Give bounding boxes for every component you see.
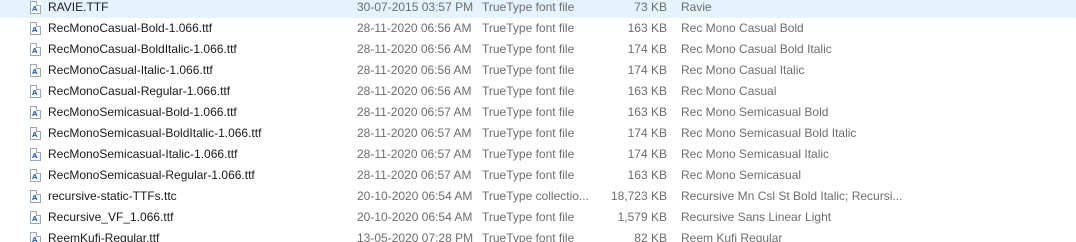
font-glyph-icon: A xyxy=(32,131,38,139)
font-file-icon: A xyxy=(30,144,44,165)
file-row[interactable]: A RecMonoSemicasual-Bold-1.066.ttf 28-11-2… xyxy=(0,102,1076,123)
file-date-modified: 13-05-2020 07:28 PM xyxy=(357,231,474,242)
file-date-modified: 28-11-2020 06:56 AM xyxy=(357,42,472,56)
font-glyph-icon: A xyxy=(32,194,38,202)
file-name: RecMonoCasual-Italic-1.066.ttf xyxy=(48,63,213,77)
font-glyph-icon: A xyxy=(32,236,38,242)
font-glyph-icon: A xyxy=(32,47,38,55)
file-title: Ravie xyxy=(681,0,712,14)
file-type: TrueType font file xyxy=(482,84,575,98)
file-size: 174 KB xyxy=(627,42,667,56)
file-row[interactable]: A RecMonoCasual-Regular-1.066.ttf 28-11-20… xyxy=(0,81,1076,102)
file-type: TrueType font file xyxy=(482,231,575,242)
font-file-icon: A xyxy=(30,228,44,242)
font-glyph-icon: A xyxy=(32,215,38,223)
file-date-modified: 28-11-2020 06:57 AM xyxy=(357,105,472,119)
file-row[interactable]: A RecMonoSemicasual-BoldItalic-1.066.ttf 2… xyxy=(0,123,1076,144)
file-row[interactable]: A RecMonoCasual-BoldItalic-1.066.ttf 28-11… xyxy=(0,39,1076,60)
file-title: Rec Mono Semicasual Bold Italic xyxy=(681,126,857,140)
file-name: Recursive_VF_1.066.ttf xyxy=(48,210,174,224)
font-file-icon: A xyxy=(30,123,44,144)
file-type: TrueType font file xyxy=(482,63,575,77)
file-date-modified: 28-11-2020 06:57 AM xyxy=(357,168,472,182)
file-title: Rec Mono Semicasual Bold xyxy=(681,105,829,119)
file-title: Rec Mono Semicasual Italic xyxy=(681,147,830,161)
file-row[interactable]: A RecMonoSemicasual-Regular-1.066.ttf 28-1… xyxy=(0,165,1076,186)
file-row[interactable]: A RAVIE.TTF 30-07-2015 03:57 PM TrueType fo… xyxy=(0,0,1076,18)
font-file-icon: A xyxy=(30,102,44,123)
file-date-modified: 20-10-2020 06:54 AM xyxy=(357,210,473,224)
file-date-modified: 28-11-2020 06:57 AM xyxy=(357,126,472,140)
file-date-modified: 28-11-2020 06:56 AM xyxy=(357,84,472,98)
file-size: 163 KB xyxy=(627,168,667,182)
file-title: Reem Kufi Regular xyxy=(681,231,783,242)
file-size: 82 KB xyxy=(634,231,667,242)
font-file-icon: A xyxy=(30,60,44,81)
file-row[interactable]: A RecMonoCasual-Bold-1.066.ttf 28-11-2020 … xyxy=(0,18,1076,39)
file-size: 174 KB xyxy=(627,63,667,77)
file-row[interactable]: A RecMonoSemicasual-Italic-1.066.ttf 28-11… xyxy=(0,144,1076,165)
file-type: TrueType font file xyxy=(482,168,575,182)
file-name: RecMonoCasual-Regular-1.066.ttf xyxy=(48,84,231,98)
font-glyph-icon: A xyxy=(32,5,38,13)
file-date-modified: 28-11-2020 06:56 AM xyxy=(357,63,472,77)
font-file-icon: A xyxy=(30,39,44,60)
file-date-modified: 28-11-2020 06:56 AM xyxy=(357,21,472,35)
font-file-icon: A xyxy=(30,81,44,102)
file-type: TrueType font file xyxy=(482,126,575,140)
file-date-modified: 30-07-2015 03:57 PM xyxy=(357,0,474,14)
font-file-icon: A xyxy=(30,18,44,39)
file-list: A RAVIE.TTF 30-07-2015 03:57 PM TrueType fo… xyxy=(0,0,1076,242)
file-row[interactable]: Arecursive-static-TTFs.ttc 20-10-2020 06:… xyxy=(0,186,1076,207)
file-row[interactable]: A ReemKufi-Regular.ttf 13-05-2020 07:28 PM… xyxy=(0,228,1076,242)
file-type: TrueType collectio... xyxy=(482,189,589,203)
font-glyph-icon: A xyxy=(32,26,38,34)
font-file-icon: A xyxy=(30,165,44,186)
font-glyph-icon: A xyxy=(32,89,38,97)
file-name: RecMonoSemicasual-Italic-1.066.ttf xyxy=(48,147,238,161)
font-file-icon: A xyxy=(30,207,44,228)
file-title: Rec Mono Casual Bold xyxy=(681,21,804,35)
file-title: Recursive Mn Csl St Bold Italic; Recursi… xyxy=(681,189,903,203)
file-size: 163 KB xyxy=(627,105,667,119)
file-size: 73 KB xyxy=(634,0,667,14)
file-title: Rec Mono Casual xyxy=(681,84,777,98)
font-glyph-icon: A xyxy=(32,110,38,118)
file-size: 18,723 KB xyxy=(610,189,667,203)
file-type: TrueType font file xyxy=(482,210,575,224)
file-type: TrueType font file xyxy=(482,21,575,35)
file-size: 174 KB xyxy=(627,147,667,161)
file-name: RecMonoCasual-Bold-1.066.ttf xyxy=(48,21,213,35)
font-glyph-icon: A xyxy=(32,173,38,181)
file-size: 163 KB xyxy=(627,84,667,98)
file-size: 1,579 KB xyxy=(617,210,667,224)
file-row[interactable]: A Recursive_VF_1.066.ttf 20-10-2020 06:54 … xyxy=(0,207,1076,228)
file-title: Rec Mono Casual Bold Italic xyxy=(681,42,832,56)
font-glyph-icon: A xyxy=(32,152,38,160)
file-title: Recursive Sans Linear Light xyxy=(681,210,832,224)
file-name: RAVIE.TTF xyxy=(48,0,109,14)
file-type: TrueType font file xyxy=(482,105,575,119)
file-date-modified: 28-11-2020 06:57 AM xyxy=(357,147,472,161)
font-file-icon: A xyxy=(30,186,44,207)
font-file-icon: A xyxy=(30,0,44,18)
file-type: TrueType font file xyxy=(482,147,575,161)
file-title: Rec Mono Casual Italic xyxy=(681,63,805,77)
file-title: Rec Mono Semicasual xyxy=(681,168,802,182)
file-size: 174 KB xyxy=(627,126,667,140)
file-size: 163 KB xyxy=(627,21,667,35)
file-name: RecMonoSemicasual-Bold-1.066.ttf xyxy=(48,105,237,119)
file-row[interactable]: A RecMonoCasual-Italic-1.066.ttf 28-11-202… xyxy=(0,60,1076,81)
file-type: TrueType font file xyxy=(482,42,575,56)
font-glyph-icon: A xyxy=(32,68,38,76)
file-name: RecMonoSemicasual-BoldItalic-1.066.ttf xyxy=(48,126,262,140)
file-name: RecMonoSemicasual-Regular-1.066.ttf xyxy=(48,168,255,182)
file-name: ReemKufi-Regular.ttf xyxy=(48,231,160,242)
file-name: recursive-static-TTFs.ttc xyxy=(48,189,177,203)
file-type: TrueType font file xyxy=(482,0,575,14)
file-date-modified: 20-10-2020 06:54 AM xyxy=(357,189,473,203)
file-name: RecMonoCasual-BoldItalic-1.066.ttf xyxy=(48,42,237,56)
